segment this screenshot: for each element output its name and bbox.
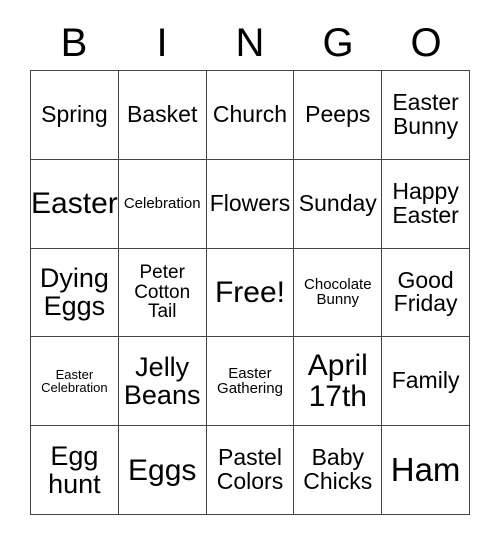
bingo-cell-label: Egg hunt: [48, 441, 101, 500]
bingo-grid: Spring Basket Church Peeps Easter Bunny …: [30, 70, 470, 515]
bingo-cell-label: Eggs: [128, 453, 197, 487]
bingo-cell-label: April 17th: [307, 349, 368, 414]
bingo-cell[interactable]: Easter Bunny: [382, 71, 470, 160]
bingo-cell-label: Peter Cotton Tail: [134, 261, 191, 323]
header-letter-b: B: [60, 21, 88, 65]
bingo-cell-label: Dying Eggs: [39, 263, 109, 322]
bingo-header: B I N G O: [30, 18, 470, 68]
bingo-cell[interactable]: Ham: [382, 426, 470, 515]
header-letter-g: G: [322, 21, 354, 65]
bingo-cell[interactable]: Eggs: [118, 426, 207, 515]
bingo-cell-free[interactable]: Free!: [206, 248, 295, 338]
bingo-cell-label: Basket: [127, 100, 198, 127]
bingo-cell[interactable]: Basket: [118, 71, 207, 160]
bingo-cell-label: Church: [212, 100, 288, 127]
bingo-cell[interactable]: Chocolate Bunny: [294, 248, 383, 338]
bingo-cell[interactable]: Celebration: [118, 159, 207, 249]
bingo-cell[interactable]: Church: [206, 71, 295, 160]
bingo-cell[interactable]: Jelly Beans: [118, 337, 207, 427]
bingo-cell-label: Easter Celebration: [41, 366, 108, 396]
bingo-cell-label: Good Friday: [393, 266, 458, 317]
header-letter-i: I: [156, 21, 168, 65]
bingo-cell-label: Jelly Beans: [123, 352, 201, 411]
bingo-cell-label: Celebration: [123, 194, 201, 212]
bingo-cell-label: Pastel Colors: [216, 444, 284, 495]
bingo-cell[interactable]: Happy Easter: [382, 159, 470, 249]
bingo-cell[interactable]: Good Friday: [382, 248, 470, 338]
bingo-cell[interactable]: Dying Eggs: [31, 248, 119, 338]
bingo-cell[interactable]: Easter: [31, 159, 119, 249]
bingo-cell-label: Chocolate Bunny: [304, 275, 372, 309]
bingo-cell-label: Sunday: [298, 189, 377, 216]
bingo-cell-label: Easter: [31, 187, 118, 221]
bingo-cell[interactable]: Peter Cotton Tail: [118, 248, 207, 338]
bingo-cell[interactable]: Pastel Colors: [206, 426, 295, 515]
header-letter-n: N: [235, 21, 265, 65]
bingo-cell[interactable]: Family: [382, 337, 470, 427]
bingo-cell-label: Flowers: [209, 189, 291, 216]
bingo-cell-label: Spring: [41, 100, 108, 127]
bingo-cell[interactable]: Egg hunt: [31, 426, 119, 515]
bingo-cell-label: Easter Bunny: [392, 88, 459, 139]
bingo-cell[interactable]: Easter Celebration: [31, 337, 119, 427]
bingo-cell-label: Baby Chicks: [303, 444, 373, 495]
bingo-cell[interactable]: April 17th: [294, 337, 383, 427]
bingo-cell-label: Family: [391, 367, 460, 394]
bingo-cell[interactable]: Peeps: [294, 71, 383, 160]
bingo-cell[interactable]: Sunday: [294, 159, 383, 249]
bingo-card: B I N G O Spring Basket Church Peeps Eas…: [0, 0, 500, 544]
bingo-cell-label: Easter Gathering: [217, 364, 283, 398]
bingo-cell-label: Free!: [214, 275, 285, 309]
bingo-cell-label: Ham: [390, 450, 461, 488]
bingo-cell[interactable]: Easter Gathering: [206, 337, 295, 427]
bingo-cell[interactable]: Spring: [31, 71, 119, 160]
bingo-cell[interactable]: Flowers: [206, 159, 295, 249]
bingo-cell[interactable]: Baby Chicks: [294, 426, 383, 515]
bingo-cell-label: Peeps: [305, 100, 371, 127]
bingo-cell-label: Happy Easter: [392, 177, 459, 228]
header-letter-o: O: [410, 21, 442, 65]
